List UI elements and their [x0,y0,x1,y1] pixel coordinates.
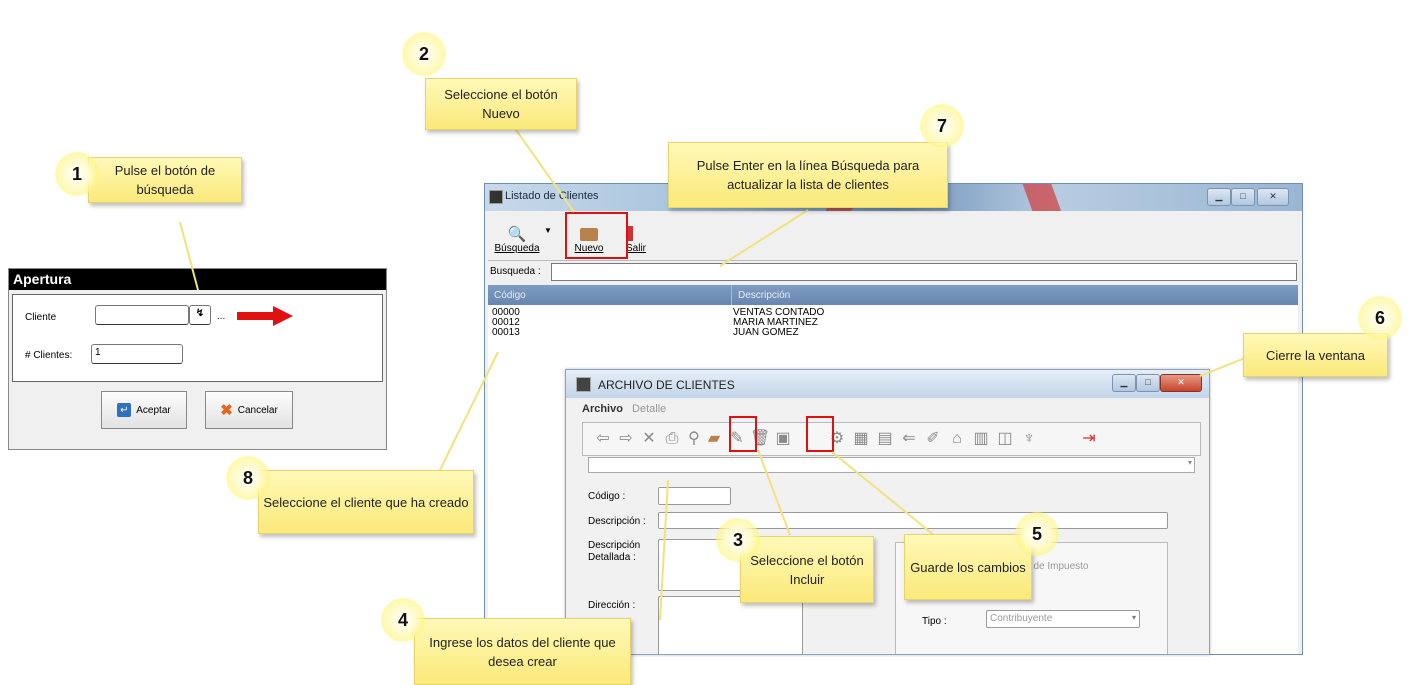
callout-7-text: Pulse Enter en la línea Búsqueda para ac… [696,158,920,192]
step-badge-7: 7 [920,104,964,148]
callout-4-text: Ingrese los datos del cliente que desea … [429,634,616,669]
callout-6: Cierre la ventana [1243,333,1388,377]
callout-4: Ingrese los datos del cliente que desea … [414,618,631,685]
step-badge-3: 3 [716,518,760,562]
step-badge-4: 4 [381,598,425,642]
callout-3: Seleccione el botón Incluir [740,536,874,603]
callout-2: Seleccione el botón Nuevo [425,78,577,130]
step-badge-8: 8 [226,456,270,500]
callout-6-text: Cierre la ventana [1266,347,1365,363]
callout-2-text: Seleccione el botón Nuevo [444,87,558,121]
callout-1-text: Pulse el botón de búsqueda [114,163,216,197]
step-badge-6: 6 [1358,296,1402,340]
step-badge-2: 2 [402,32,446,76]
callout-1: Pulse el botón de búsqueda [88,157,242,203]
callout-8-text: Seleccione el cliente que ha creado [263,494,469,510]
callout-7: Pulse Enter en la línea Búsqueda para ac… [668,142,948,208]
callout-5-text: Guarde los cambios [910,559,1026,575]
step-badge-5: 5 [1015,512,1059,556]
callout-leader-lines [179,109,1246,621]
step-badge-1: 1 [55,152,99,196]
callout-8: Seleccione el cliente que ha creado [258,470,474,534]
callout-5: Guarde los cambios [904,534,1032,600]
callout-3-text: Seleccione el botón Incluir [750,552,864,587]
